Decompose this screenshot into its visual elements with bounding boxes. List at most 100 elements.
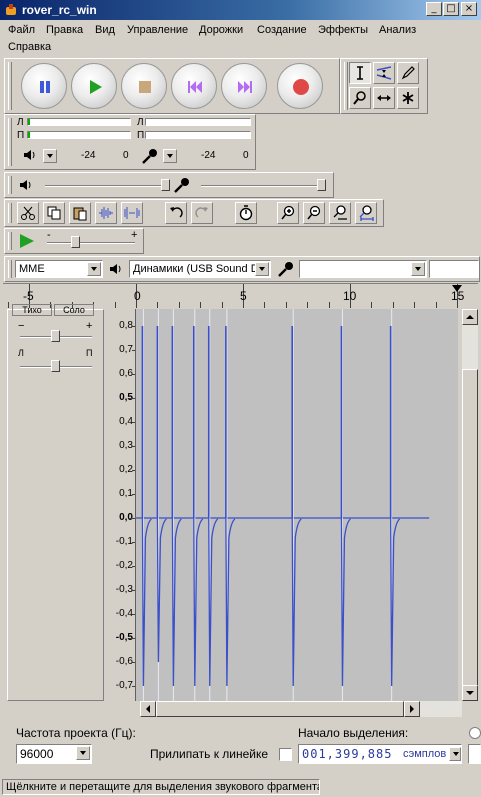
scroll-right-button[interactable] — [404, 701, 420, 717]
undo-button[interactable] — [165, 202, 187, 224]
menu-file[interactable]: Файл — [8, 24, 35, 36]
mute-button[interactable]: Тихо — [12, 304, 52, 316]
snap-to-checkbox[interactable] — [279, 748, 292, 761]
project-rate-select[interactable]: 96000 — [16, 744, 92, 764]
menu-analyze[interactable]: Анализ — [379, 24, 416, 36]
play-at-speed-icon[interactable] — [17, 232, 37, 250]
record-icon — [293, 79, 309, 95]
paste-button[interactable] — [69, 202, 91, 224]
sync-lock-button[interactable] — [235, 202, 257, 224]
copy-icon — [47, 206, 61, 220]
input-channels-select[interactable] — [429, 260, 479, 278]
menu-edit[interactable]: Правка — [46, 24, 83, 36]
amplitude-tick — [132, 542, 135, 543]
gain-plus-label: + — [86, 320, 93, 332]
toolbar-grip[interactable] — [344, 62, 348, 110]
vertical-scrollbar[interactable] — [462, 309, 478, 701]
audio-host-select[interactable]: MME — [15, 260, 103, 278]
amplitude-tick — [132, 422, 135, 423]
menu-effects[interactable]: Эффекты — [318, 24, 368, 36]
output-device-select[interactable]: Динамики (USB Sound De — [129, 260, 271, 278]
record-button[interactable] — [277, 63, 323, 109]
zoom-tool-button[interactable] — [349, 87, 371, 109]
toolbar-grip[interactable] — [8, 176, 12, 194]
playback-speed-thumb[interactable] — [71, 236, 80, 248]
pause-icon — [40, 81, 50, 93]
horizontal-scrollbar[interactable] — [140, 701, 462, 717]
pan-slider-thumb[interactable] — [51, 360, 60, 372]
zoom-out-button[interactable] — [303, 202, 325, 224]
audio-host-value: MME — [19, 263, 45, 275]
maximize-button[interactable]: □ — [443, 2, 459, 16]
skip-to-end-button[interactable] — [221, 63, 267, 109]
copy-button[interactable] — [43, 202, 65, 224]
toolbar-grip[interactable] — [8, 232, 12, 250]
minimize-button[interactable]: _ — [426, 2, 442, 16]
stop-button[interactable] — [121, 63, 167, 109]
silence-button[interactable] — [121, 202, 143, 224]
menu-view[interactable]: Вид — [95, 24, 115, 36]
chevron-down-icon[interactable] — [76, 746, 90, 760]
menu-help[interactable]: Справка — [8, 41, 51, 53]
zoom-in-button[interactable] — [277, 202, 299, 224]
chevron-down-icon[interactable] — [411, 262, 425, 276]
scroll-down-button[interactable] — [462, 685, 478, 701]
toolbar-grip[interactable] — [8, 260, 12, 278]
ruler-tick — [221, 302, 223, 308]
toolbar-grip[interactable] — [8, 118, 12, 166]
solo-button[interactable]: Соло — [54, 304, 94, 316]
amplitude-tick — [129, 518, 135, 519]
horizontal-scroll-thumb[interactable] — [156, 701, 404, 717]
menu-tracks[interactable]: Дорожки — [199, 24, 243, 36]
speed-plus-label: + — [131, 229, 138, 241]
redo-button[interactable] — [191, 202, 213, 224]
waveform-display[interactable] — [136, 309, 458, 701]
play-button[interactable] — [71, 63, 117, 109]
fit-project-button[interactable] — [355, 202, 377, 224]
toolbar-grip[interactable] — [8, 203, 12, 223]
recording-volume-thumb[interactable] — [317, 179, 326, 191]
skip-to-start-button[interactable] — [171, 63, 217, 109]
envelope-tool-button[interactable] — [373, 62, 395, 84]
status-bar: Щёлкните и перетащите для выделения звук… — [0, 777, 481, 797]
selection-end-field[interactable] — [468, 744, 481, 764]
selection-start-label: Начало выделения: — [298, 726, 409, 740]
playback-volume-thumb[interactable] — [161, 179, 170, 191]
toolbar-grip[interactable] — [8, 62, 12, 110]
rec-meter-menu-button[interactable] — [163, 149, 177, 163]
ruler-tick — [414, 302, 416, 308]
vertical-scroll-thumb[interactable] — [462, 369, 478, 689]
input-device-select[interactable] — [299, 260, 427, 278]
menu-generate[interactable]: Создание — [257, 24, 307, 36]
amplitude-label: 0,7 — [119, 344, 133, 355]
trim-button[interactable] — [95, 202, 117, 224]
fit-selection-button[interactable] — [329, 202, 351, 224]
cut-button[interactable] — [17, 202, 39, 224]
time-shift-tool-button[interactable] — [373, 87, 395, 109]
selection-tool-button[interactable] — [349, 62, 371, 84]
multi-tool-button[interactable] — [397, 87, 419, 109]
amplitude-label: -0,3 — [115, 584, 133, 595]
close-button[interactable]: × — [461, 2, 477, 16]
recording-volume-track[interactable] — [201, 185, 323, 187]
chevron-down-icon[interactable] — [87, 262, 101, 276]
selection-start-field[interactable]: 001,399,885 сэмплов — [298, 744, 462, 764]
draw-tool-button[interactable] — [397, 62, 419, 84]
chevron-down-icon[interactable] — [255, 262, 269, 276]
chevron-down-icon[interactable] — [449, 747, 461, 761]
scroll-left-button[interactable] — [140, 701, 156, 717]
selection-mode-radio[interactable] — [469, 727, 481, 739]
play-meter-left — [27, 118, 131, 126]
waveform-canvas[interactable] — [136, 309, 458, 701]
playback-volume-track[interactable] — [45, 185, 167, 187]
menu-transport[interactable]: Управление — [127, 24, 188, 36]
gain-slider-thumb[interactable] — [51, 330, 60, 342]
ruler-tick — [200, 302, 202, 308]
pause-button[interactable] — [21, 63, 67, 109]
play-meter-menu-button[interactable] — [43, 149, 57, 163]
playback-speed-track[interactable] — [47, 242, 135, 244]
amplitude-tick — [132, 326, 135, 327]
scroll-up-button[interactable] — [462, 309, 478, 325]
fit-project-icon — [359, 205, 374, 221]
amplitude-label: -0,1 — [115, 536, 133, 547]
